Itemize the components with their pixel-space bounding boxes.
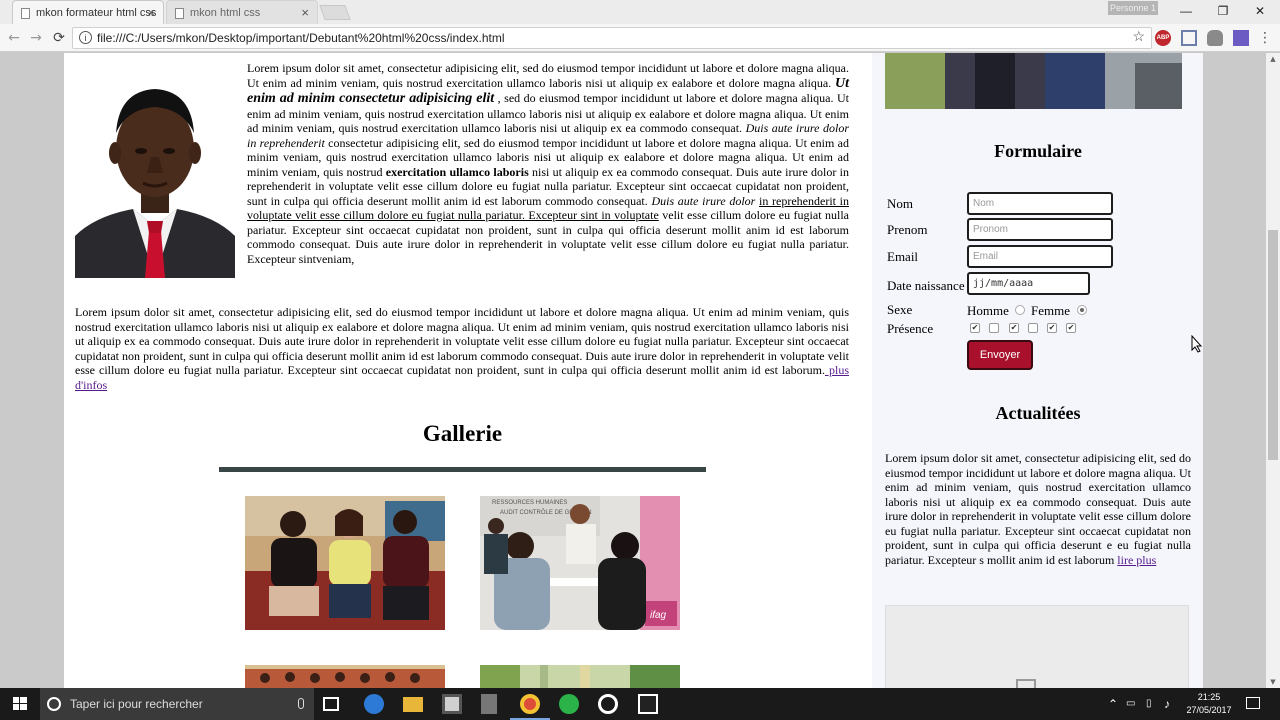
start-button[interactable] — [0, 688, 40, 720]
url-text[interactable]: file:///C:/Users/mkon/Desktop/important/… — [97, 28, 505, 48]
new-tab-button[interactable] — [319, 5, 351, 20]
reload-icon[interactable]: ⟳ — [49, 28, 69, 48]
scroll-up-icon[interactable]: ▲ — [1266, 53, 1280, 65]
tab-close-icon[interactable]: × — [301, 1, 309, 25]
profile-badge[interactable]: Personne 1 — [1108, 1, 1158, 15]
tab-close-icon[interactable]: × — [147, 1, 155, 25]
field-label-nom: Nom — [887, 196, 913, 211]
radio-homme[interactable] — [1015, 305, 1025, 315]
close-window-icon[interactable]: ✕ — [1242, 0, 1278, 22]
gallery-sign-text: RESSOURCES HUMAINES — [492, 500, 567, 506]
nom-input[interactable]: Nom — [967, 192, 1113, 215]
gallery-image[interactable]: RESSOURCES HUMAINES AUDIT CONTRÔLE DE GE… — [480, 496, 680, 630]
tab-inactive[interactable]: mkon html css × — [166, 0, 318, 24]
microphone-icon[interactable] — [298, 698, 304, 709]
page-icon — [175, 8, 184, 19]
clock-date: 27/05/2017 — [1186, 705, 1232, 715]
edge-icon[interactable] — [364, 694, 384, 714]
presence-checkbox[interactable] — [989, 323, 999, 333]
radio-label-femme: Femme — [1031, 303, 1070, 318]
vertical-scrollbar[interactable]: ▲ ▼ — [1266, 53, 1280, 688]
info-icon[interactable]: i — [79, 31, 92, 44]
presence-checkbox[interactable]: ✔ — [1047, 323, 1057, 333]
news-title: Actualitées — [995, 403, 1081, 423]
gallery-title: Gallerie — [422, 421, 503, 446]
app-icon[interactable] — [638, 694, 658, 714]
taskbar-search-text: Taper ici pour rechercher — [70, 697, 203, 711]
page-container: Lorem ipsum dolor sit amet, consectetur … — [64, 53, 1203, 688]
scrollbar-thumb[interactable] — [1268, 230, 1278, 460]
screenshot-extension-icon[interactable] — [1181, 30, 1197, 46]
clock-time: 21:25 — [1197, 692, 1221, 702]
tab-title: mkon formateur html css — [36, 7, 157, 19]
page-icon — [21, 8, 30, 19]
gallery-image[interactable] — [480, 665, 680, 688]
map-embed[interactable] — [885, 605, 1189, 688]
tab-title: mkon html css — [190, 7, 261, 19]
date-input[interactable]: jj/mm/aaaa — [967, 272, 1090, 295]
submit-button[interactable]: Envoyer — [967, 340, 1033, 370]
read-more-link[interactable]: lire plus — [1117, 553, 1156, 567]
back-icon[interactable]: ← — [4, 28, 24, 48]
windows-logo-icon — [13, 697, 27, 710]
intro-paragraph: Lorem ipsum dolor sit amet, consectetur … — [247, 61, 849, 266]
network-icon[interactable]: ▭ — [1126, 688, 1138, 720]
ifag-logo-text: ifag — [650, 610, 667, 621]
battery-icon[interactable]: ▯ — [1146, 688, 1152, 720]
presence-checkbox[interactable] — [1028, 323, 1038, 333]
presence-checkbox[interactable]: ✔ — [1009, 323, 1019, 333]
email-input[interactable]: Email — [967, 245, 1113, 268]
adblock-icon[interactable]: ABP — [1155, 30, 1171, 46]
windows-taskbar: Taper ici pour rechercher ⌃ ▭ ▯ ♪ 21:25 … — [0, 688, 1280, 720]
extension-icon[interactable] — [1207, 30, 1223, 46]
gallery-image[interactable] — [245, 496, 445, 630]
restore-icon[interactable]: ❐ — [1205, 0, 1241, 22]
app-icon[interactable] — [481, 694, 497, 714]
tray-chevron-icon[interactable]: ⌃ — [1108, 688, 1118, 720]
radio-femme[interactable] — [1077, 305, 1087, 315]
task-view-icon[interactable] — [323, 697, 339, 711]
volume-icon[interactable]: ♪ — [1164, 688, 1170, 720]
bold-text: exercitation ullamco laboris — [385, 164, 529, 179]
taskbar-clock[interactable]: 21:25 27/05/2017 — [1185, 691, 1233, 717]
taskbar-search[interactable]: Taper ici pour rechercher — [40, 688, 314, 720]
chrome-icon[interactable] — [520, 694, 540, 714]
mouse-cursor-icon — [1191, 335, 1203, 353]
tab-active[interactable]: mkon formateur html css × — [12, 0, 164, 24]
prenom-input[interactable]: Pronom — [967, 218, 1113, 241]
tab-bar: mkon formateur html css × mkon html css … — [0, 0, 1280, 24]
presence-label: Présence — [887, 321, 934, 336]
address-bar[interactable]: i file:///C:/Users/mkon/Desktop/importan… — [72, 27, 1152, 49]
form-title: Formulaire — [994, 141, 1082, 161]
notifications-icon[interactable] — [1246, 697, 1260, 709]
file-explorer-icon[interactable] — [403, 697, 423, 712]
address-toolbar: ← → ⟳ i file:///C:/Users/mkon/Desktop/im… — [0, 24, 1280, 52]
page-viewport: Lorem ipsum dolor sit amet, consectetur … — [0, 53, 1266, 688]
field-label-email: Email — [887, 249, 919, 264]
radio-label-homme: Homme — [967, 303, 1009, 318]
gallery-image[interactable] — [245, 665, 445, 688]
second-paragraph: Lorem ipsum dolor sit amet, consectetur … — [75, 305, 849, 392]
sexe-label: Sexe — [887, 302, 913, 317]
browser-menu-icon[interactable]: ⋮ — [1258, 29, 1272, 47]
profile-photo — [75, 71, 235, 278]
presence-checkbox[interactable]: ✔ — [970, 323, 980, 333]
news-paragraph: Lorem ipsum dolor sit amet, consectetur … — [885, 451, 1191, 567]
scroll-down-icon[interactable]: ▼ — [1266, 676, 1280, 688]
app-icon[interactable] — [598, 694, 618, 714]
extension-icon[interactable] — [1233, 30, 1249, 46]
sidebar-photo — [885, 53, 1182, 109]
italic-text: Duis aute irure dolor — [651, 193, 756, 208]
store-icon[interactable] — [442, 694, 462, 714]
cortana-icon — [47, 697, 61, 711]
presence-checkbox[interactable]: ✔ — [1066, 323, 1076, 333]
map-icon — [1016, 679, 1036, 688]
app-icon[interactable] — [559, 694, 579, 714]
minimize-icon[interactable]: — — [1168, 0, 1204, 22]
gallery-divider — [219, 467, 706, 472]
bookmark-star-icon[interactable]: ☆ — [1132, 28, 1145, 48]
field-label-date: Date naissance — [887, 278, 965, 293]
field-label-prenom: Prenom — [887, 222, 928, 237]
forward-icon[interactable]: → — [26, 28, 46, 48]
